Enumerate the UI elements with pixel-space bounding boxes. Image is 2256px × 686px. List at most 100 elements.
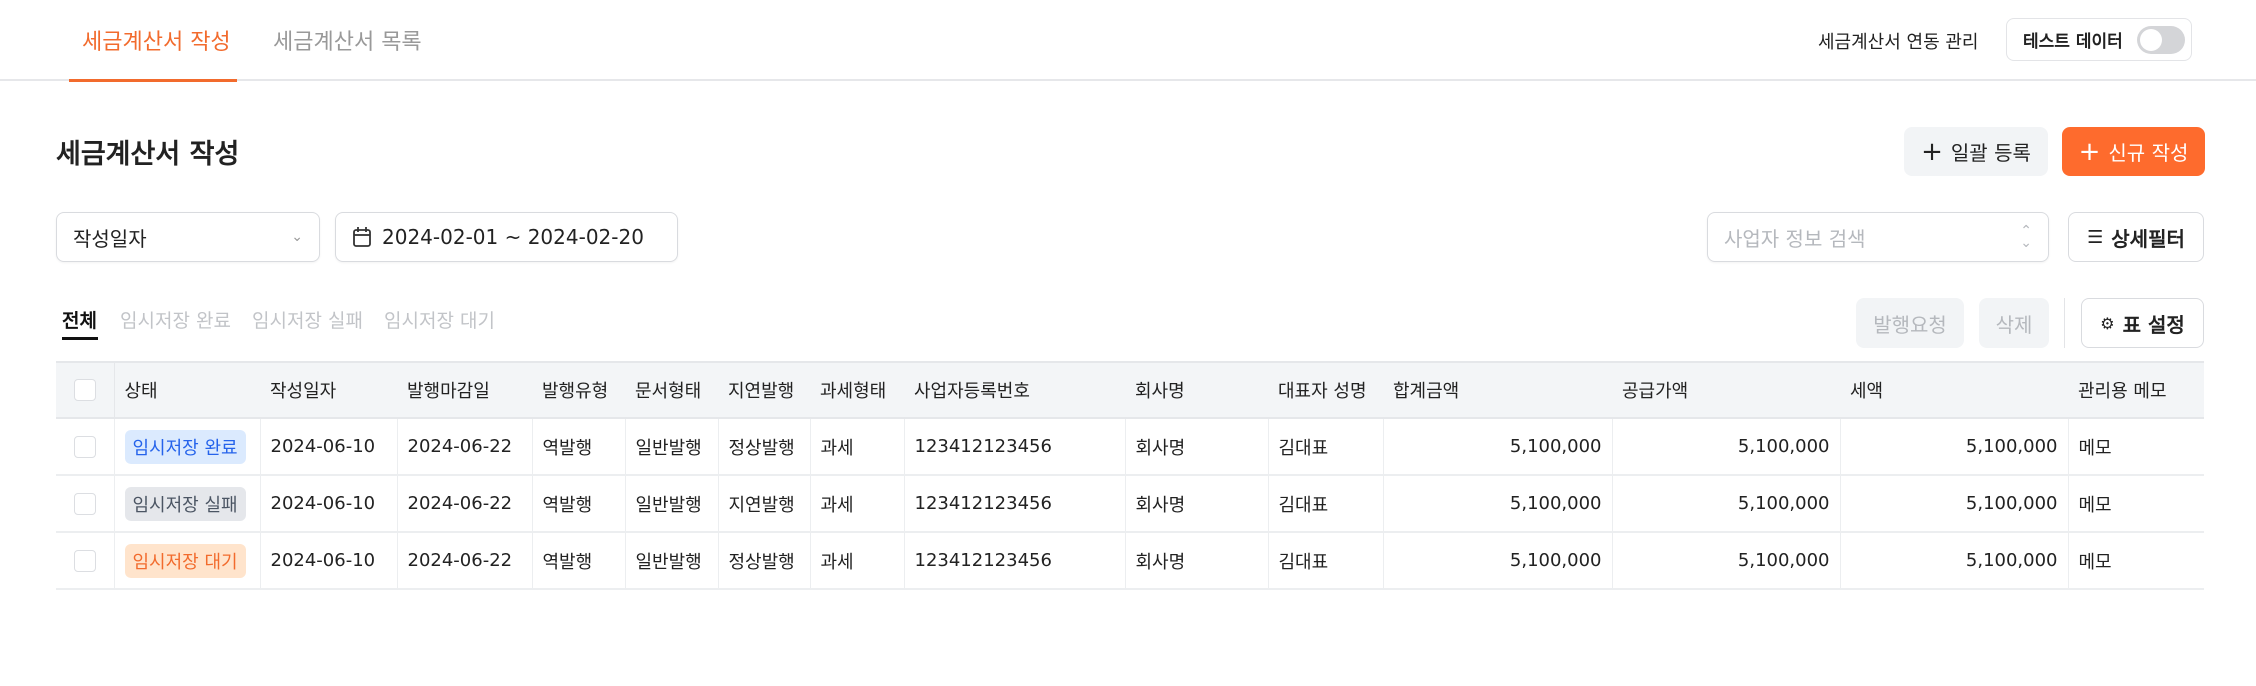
table-cell: 회사명 (1125, 475, 1269, 533)
issue-request-button[interactable]: 발행요청 (1856, 298, 1964, 348)
table-cell: 5,100,000 (1612, 475, 1841, 533)
table-cell: 정상발행 (718, 532, 811, 590)
table-cell: 5,100,000 (1840, 532, 2069, 590)
table-cell: 과세 (810, 475, 905, 533)
table-cell: 123412123456 (904, 418, 1126, 476)
tab-list[interactable]: 세금계산서 목록 (273, 24, 422, 56)
table-cell: 2024-06-10 (260, 532, 398, 590)
status-cell: 임시저장 완료 (114, 418, 261, 476)
table-cell: 5,100,000 (1383, 475, 1613, 533)
column-header[interactable]: 합계금액 (1383, 361, 1612, 419)
table-cell: 역발행 (532, 475, 626, 533)
chevron-down-icon: ⌄ (291, 229, 303, 245)
table-cell: 2024-06-10 (260, 475, 398, 533)
plus-icon: + (2078, 136, 2101, 167)
status-badge: 임시저장 완료 (124, 429, 246, 464)
delete-button[interactable]: 삭제 (1979, 298, 2049, 348)
row-checkbox[interactable] (73, 549, 96, 572)
page-title: 세금계산서 작성 (56, 139, 240, 170)
table-cell: 5,100,000 (1840, 418, 2069, 476)
business-search-input[interactable]: 사업자 정보 검색 ⌃ ⌄ (1707, 212, 2049, 262)
column-header[interactable]: 상태 (114, 361, 260, 419)
table-cell: 회사명 (1125, 532, 1269, 590)
column-header[interactable]: 공급가액 (1612, 361, 1840, 419)
filter-icon: ☰ (2087, 226, 2104, 248)
table-cell: 2024-06-22 (397, 532, 533, 590)
table-cell: 역발행 (532, 418, 626, 476)
column-header[interactable]: 회사명 (1125, 361, 1268, 419)
table-cell: 5,100,000 (1612, 418, 1841, 476)
table-row[interactable]: 임시저장 대기 2024-06-10 2024-06-22 역발행 일반발행 정상발행 과세… (56, 532, 2204, 590)
subtab-all[interactable]: 전체 (62, 306, 97, 333)
column-header[interactable]: 관리용 메모 (2068, 361, 2204, 419)
status-badge: 임시저장 실패 (124, 486, 246, 521)
table-cell: 김대표 (1268, 418, 1384, 476)
date-range-picker[interactable]: 2024-02-01 ~ 2024-02-20 (335, 212, 678, 262)
sync-management-link[interactable]: 세금계산서 연동 관리 (1818, 28, 1978, 54)
table-row[interactable]: 임시저장 실패 2024-06-10 2024-06-22 역발행 일반발행 지연발행 과세… (56, 475, 2204, 533)
row-checkbox[interactable] (73, 492, 96, 515)
select-all-cell (56, 361, 115, 419)
table-cell: 메모 (2068, 532, 2204, 590)
column-header[interactable]: 사업자등록번호 (904, 361, 1125, 419)
status-cell: 임시저장 실패 (114, 475, 261, 533)
detail-filter-button[interactable]: ☰ 상세필터 (2068, 212, 2204, 262)
test-data-label: 테스트 데이터 (2023, 32, 2123, 52)
select-all-checkbox[interactable] (73, 379, 96, 401)
tab-create[interactable]: 세금계산서 작성 (82, 24, 231, 56)
table-cell: 123412123456 (904, 532, 1126, 590)
column-header[interactable]: 세액 (1840, 361, 2068, 419)
table-cell: 일반발행 (625, 532, 719, 590)
active-tab-indicator (69, 79, 237, 82)
date-type-select[interactable]: 작성일자 ⌄ (56, 212, 320, 262)
sliders-icon: ⚙ (2100, 313, 2115, 333)
table-cell: 일반발행 (625, 475, 719, 533)
table-cell: 정상발행 (718, 418, 811, 476)
row-select-cell (56, 532, 115, 590)
column-header[interactable]: 대표자 성명 (1268, 361, 1383, 419)
chevron-updown-icon: ⌃ ⌄ (2020, 223, 2032, 251)
table-settings-button[interactable]: ⚙ 표 설정 (2081, 298, 2204, 348)
column-header[interactable]: 발행마감일 (397, 361, 532, 419)
table-cell: 123412123456 (904, 475, 1126, 533)
table-cell: 회사명 (1125, 418, 1269, 476)
invoice-table: 상태 작성일자 발행마감일 발행유형 문서형태 지연발행 과세형태 사업자등록번호 회사명 대표자… (56, 361, 2204, 590)
column-header[interactable]: 발행유형 (532, 361, 625, 419)
plus-icon: + (1921, 136, 1943, 167)
table-cell: 과세 (810, 418, 905, 476)
table-cell: 지연발행 (718, 475, 811, 533)
table-cell: 메모 (2068, 475, 2204, 533)
column-header[interactable]: 작성일자 (260, 361, 397, 419)
test-data-toggle[interactable] (2136, 25, 2185, 54)
bulk-register-button[interactable]: + 일괄 등록 (1904, 127, 2048, 176)
calendar-icon (353, 227, 371, 247)
row-select-cell (56, 418, 115, 476)
table-row[interactable]: 임시저장 완료 2024-06-10 2024-06-22 역발행 일반발행 정상발행 과세… (56, 418, 2204, 476)
column-header[interactable]: 지연발행 (718, 361, 810, 419)
table-cell: 5,100,000 (1383, 418, 1613, 476)
table-cell: 일반발행 (625, 418, 719, 476)
table-cell: 2024-06-22 (397, 475, 533, 533)
divider (2064, 298, 2065, 348)
table-cell: 2024-06-22 (397, 418, 533, 476)
table-cell: 김대표 (1268, 532, 1384, 590)
active-subtab-indicator (62, 337, 98, 340)
status-badge: 임시저장 대기 (124, 543, 246, 578)
new-create-button[interactable]: + 신규 작성 (2062, 127, 2205, 176)
column-header[interactable]: 과세형태 (810, 361, 904, 419)
subtab-pending[interactable]: 임시저장 대기 (384, 306, 495, 333)
row-checkbox[interactable] (73, 435, 96, 458)
table-cell: 5,100,000 (1840, 475, 2069, 533)
table-cell: 역발행 (532, 532, 626, 590)
row-select-cell (56, 475, 115, 533)
subtab-failed[interactable]: 임시저장 실패 (252, 306, 363, 333)
table-cell: 2024-06-10 (260, 418, 398, 476)
table-cell: 5,100,000 (1383, 532, 1613, 590)
table-cell: 5,100,000 (1612, 532, 1841, 590)
status-cell: 임시저장 대기 (114, 532, 261, 590)
table-cell: 메모 (2068, 418, 2204, 476)
table-cell: 김대표 (1268, 475, 1384, 533)
test-data-toggle-box[interactable]: 테스트 데이터 (2006, 18, 2192, 61)
subtab-saved[interactable]: 임시저장 완료 (120, 306, 231, 333)
column-header[interactable]: 문서형태 (625, 361, 718, 419)
